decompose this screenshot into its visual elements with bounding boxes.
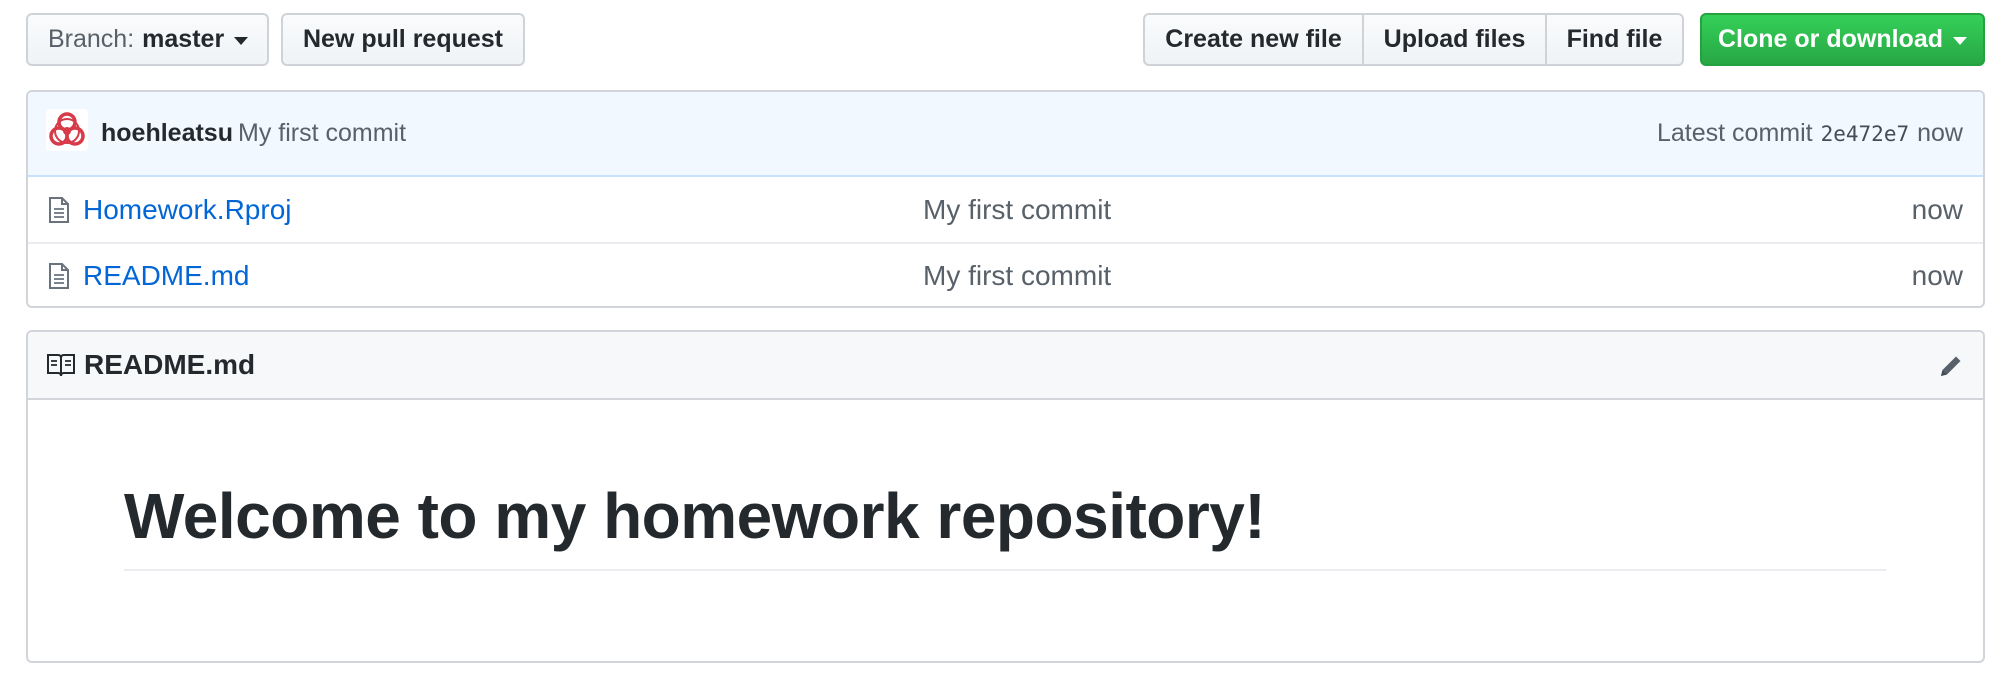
chevron-down-icon (234, 36, 249, 45)
find-file-button[interactable]: Find file (1547, 13, 1684, 66)
file-row: Homework.Rproj My first commit now (28, 177, 1983, 242)
readme-panel: README.md Welcome to my homework reposit… (26, 330, 1985, 663)
file-actions-group: Create new file Upload files Find file (1143, 13, 1684, 66)
file-row: README.md My first commit now (28, 242, 1983, 306)
branch-select-button[interactable]: Branch: master (26, 13, 269, 66)
pencil-icon[interactable] (1937, 352, 1965, 380)
upload-files-button[interactable]: Upload files (1364, 13, 1547, 66)
readme-heading: Welcome to my homework repository! (124, 478, 1886, 571)
chevron-down-icon (1953, 36, 1967, 45)
latest-commit-label: Latest commit (1657, 119, 1813, 147)
avatar[interactable] (46, 109, 88, 151)
branch-name-label: master (142, 25, 225, 53)
branch-prefix-label: Branch: (48, 25, 135, 53)
clone-or-download-button[interactable]: Clone or download (1700, 13, 1985, 66)
file-age: now (1911, 259, 1963, 291)
commit-time: now (1917, 119, 1963, 147)
readme-header: README.md (28, 332, 1983, 400)
commit-author-link[interactable]: hoehleatsu (101, 119, 233, 148)
readme-title: README.md (84, 349, 256, 380)
file-icon (49, 262, 69, 289)
file-age: now (1911, 193, 1963, 225)
commit-sha-link[interactable]: 2e472e7 (1821, 122, 1910, 146)
file-name-link[interactable]: Homework.Rproj (83, 194, 292, 226)
file-icon (49, 196, 69, 223)
create-new-file-button[interactable]: Create new file (1143, 13, 1364, 66)
file-name-link[interactable]: README.md (83, 260, 249, 292)
repo-toolbar: Branch: master New pull request Create n… (26, 13, 1985, 70)
new-pull-request-button[interactable]: New pull request (281, 13, 525, 66)
book-icon (47, 354, 75, 377)
file-list: hoehleatsu My first commit Latest commit… (26, 90, 1985, 308)
latest-commit-bar: hoehleatsu My first commit Latest commit… (28, 92, 1983, 177)
commit-message-link[interactable]: My first commit (238, 119, 406, 148)
file-commit-message-link[interactable]: My first commit (923, 260, 1111, 292)
clone-or-download-label: Clone or download (1718, 25, 1943, 53)
file-commit-message-link[interactable]: My first commit (923, 194, 1111, 226)
latest-commit-info: Latest commit 2e472e7 now (1657, 119, 1963, 148)
